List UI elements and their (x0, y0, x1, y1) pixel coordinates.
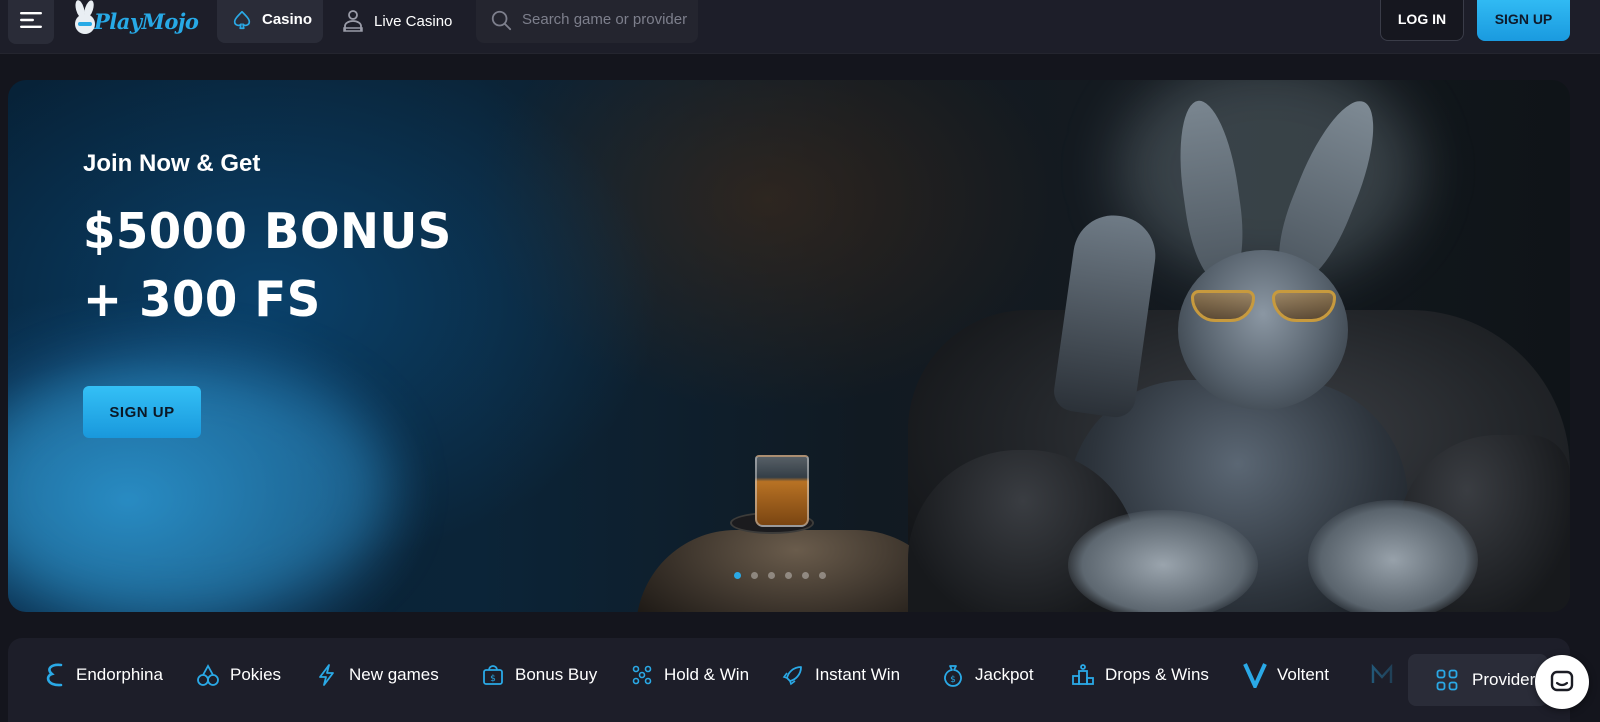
category-label: Bonus Buy (515, 665, 598, 684)
hero-subtitle: Join Now & Get (83, 150, 261, 177)
category-label: Drops & Wins (1105, 665, 1209, 684)
carousel-dot[interactable] (802, 572, 809, 579)
nav-live-casino-label: Live Casino (374, 12, 453, 30)
category-bar: Endorphina Pokies New games $ Bonus Buy … (8, 638, 1570, 722)
category-pokies[interactable]: Pokies (196, 650, 281, 700)
hero-title: $5000 BONUS + 300 FS (83, 198, 471, 334)
rabbit-logo-icon (75, 0, 95, 34)
chat-icon (1550, 670, 1574, 692)
search-input[interactable] (522, 11, 692, 28)
providers-button[interactable]: Providers (1408, 654, 1548, 706)
hero-title-line: $5000 BONUS (83, 203, 452, 260)
nav-tab-live-casino[interactable]: Live Casino (342, 0, 452, 42)
voltent-icon (1243, 663, 1267, 688)
spade-icon (233, 10, 251, 29)
search-box[interactable] (476, 0, 698, 43)
rocket-icon (781, 663, 805, 687)
search-icon (491, 10, 512, 30)
fur-cuff-illustration (1068, 510, 1258, 612)
cherries-icon (196, 663, 220, 687)
nav-casino-label: Casino (262, 11, 313, 28)
podium-icon (1071, 663, 1095, 687)
providers-label: Providers (1472, 670, 1544, 689)
whiskey-glass-illustration (755, 455, 809, 527)
nav-tab-casino[interactable]: Casino (217, 0, 323, 43)
category-label: Instant Win (815, 665, 901, 684)
category-hold-and-win[interactable]: Hold & Win (630, 650, 749, 700)
category-label: Jackpot (975, 665, 1034, 684)
category-label: Hold & Win (664, 665, 750, 684)
gift-bag-icon: $ (481, 663, 505, 687)
hero-banner[interactable]: Join Now & Get $5000 BONUS + 300 FS SIGN… (8, 80, 1570, 612)
lightning-icon (315, 663, 339, 687)
category-bonus-buy[interactable]: $ Bonus Buy (481, 650, 597, 700)
carousel-dot[interactable] (751, 572, 758, 579)
rabbit-head-illustration (1178, 250, 1348, 410)
carousel-dot[interactable] (785, 572, 792, 579)
svg-text:$: $ (950, 675, 956, 685)
grid-dots-icon (630, 663, 654, 687)
fur-cuff-illustration (1308, 500, 1478, 612)
signup-button[interactable]: SIGN UP (1477, 0, 1570, 41)
endorphina-icon (42, 663, 66, 687)
playmojo-logo[interactable]: PlayMojo (70, 0, 199, 42)
category-endorphina[interactable]: Endorphina (42, 650, 163, 700)
carousel-dot[interactable] (819, 572, 826, 579)
top-header: PlayMojo Casino Live Casino LOG IN SIGN … (0, 0, 1600, 54)
category-drops-and-wins[interactable]: Drops & Wins (1071, 650, 1209, 700)
hero-signup-button[interactable]: SIGN UP (83, 386, 201, 438)
menu-icon (20, 12, 42, 28)
category-jackpot[interactable]: $ Jackpot (941, 650, 1034, 700)
sunglasses-illustration (1191, 290, 1336, 324)
category-instant-win[interactable]: Instant Win (781, 650, 900, 700)
category-label: New games (349, 665, 439, 684)
carousel-dots (734, 572, 826, 579)
category-label: Voltent (1277, 665, 1329, 684)
live-chat-button[interactable] (1535, 655, 1589, 709)
hamburger-menu-button[interactable] (8, 0, 54, 44)
grid-icon (1436, 669, 1458, 691)
category-voltent[interactable]: Voltent (1243, 650, 1329, 700)
logo-text: PlayMojo (94, 8, 199, 34)
carousel-dot[interactable] (768, 572, 775, 579)
login-button[interactable]: LOG IN (1380, 0, 1464, 41)
money-bag-icon: $ (941, 663, 965, 687)
svg-text:$: $ (490, 674, 496, 684)
category-label: Pokies (230, 665, 282, 684)
carousel-dot[interactable] (734, 572, 741, 579)
category-new-games[interactable]: New games (315, 650, 439, 700)
hero-title-line: + 300 FS (83, 271, 321, 328)
dealer-icon (343, 10, 363, 32)
category-label: Endorphina (76, 665, 163, 684)
